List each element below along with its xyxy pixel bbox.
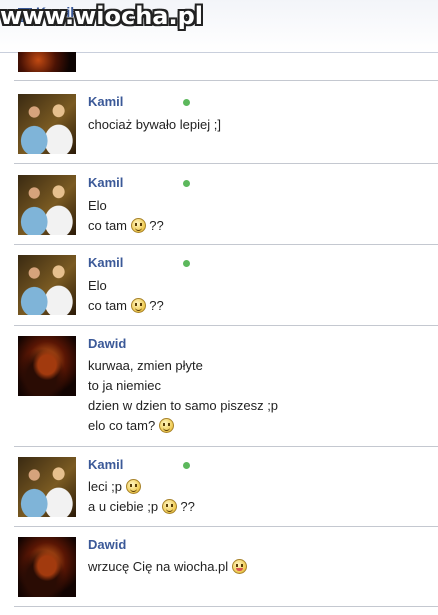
avatar[interactable] (18, 336, 76, 396)
message-lines: Elo co tam ?? (88, 196, 164, 236)
watermark: www.wiocha.pl (0, 2, 204, 30)
message-line: leci ;p (88, 477, 195, 497)
message-text: co tam (88, 298, 128, 313)
avatar (18, 52, 76, 72)
message-text: to ja niemiec (88, 378, 161, 393)
message-text: Elo (88, 278, 107, 293)
online-status-icon (183, 260, 190, 267)
divider (14, 325, 438, 326)
author-name[interactable]: Dawid (88, 336, 126, 351)
message-text: a u ciebie ;p (88, 499, 159, 514)
message-line: wrzucę Cię na wiocha.pl (88, 557, 247, 577)
divider (14, 244, 438, 245)
author-name[interactable]: Kamil (88, 94, 123, 109)
message-text: chociaż bywało lepiej ;] (88, 117, 221, 132)
message-lines: chociaż bywało lepiej ;] (88, 115, 221, 135)
smiley-icon (125, 479, 141, 494)
divider (14, 446, 438, 447)
avatar[interactable] (18, 537, 76, 597)
avatar[interactable] (18, 94, 76, 154)
smiley-icon (158, 418, 174, 433)
message-lines: kurwaa, zmien płyte to ja niemiec dzien … (88, 356, 278, 436)
message-line: co tam ?? (88, 296, 164, 316)
message-text: co tam (88, 218, 128, 233)
divider (14, 163, 438, 164)
smiley-icon (130, 218, 146, 233)
avatar[interactable] (18, 255, 76, 315)
message-lines: Elo co tam ?? (88, 276, 164, 316)
message-line: a u ciebie ;p ?? (88, 497, 195, 517)
message-text: kurwaa, zmien płyte (88, 358, 203, 373)
smiley-icon (130, 298, 146, 313)
online-status-icon (183, 462, 190, 469)
message-text-suffix: ?? (149, 218, 164, 233)
divider (14, 80, 438, 81)
avatar[interactable] (18, 175, 76, 235)
online-status-icon (183, 99, 190, 106)
smiley-icon (161, 499, 177, 514)
author-name[interactable]: Dawid (88, 537, 126, 552)
author-name[interactable]: Kamil (88, 255, 123, 270)
message-line: elo co tam? (88, 416, 278, 436)
divider (14, 606, 438, 607)
message-text: elo co tam? (88, 418, 156, 433)
author-name[interactable]: Kamil (88, 175, 123, 190)
avatar[interactable] (18, 457, 76, 517)
message-text: wrzucę Cię na wiocha.pl (88, 559, 229, 574)
message-lines: leci ;p a u ciebie ;p ?? (88, 477, 195, 517)
message-text: leci ;p (88, 479, 122, 494)
message-line: co tam ?? (88, 216, 164, 236)
message-text-suffix: ?? (149, 298, 164, 313)
message-text: Elo (88, 198, 107, 213)
author-name[interactable]: Kamil (88, 457, 123, 472)
message-text-suffix: ?? (180, 499, 195, 514)
message-text: dzien w dzien to samo piszesz ;p (88, 398, 279, 413)
online-status-icon (183, 180, 190, 187)
tongue-smiley-icon (231, 559, 247, 574)
divider (14, 526, 438, 527)
message-lines: wrzucę Cię na wiocha.pl (88, 557, 247, 577)
